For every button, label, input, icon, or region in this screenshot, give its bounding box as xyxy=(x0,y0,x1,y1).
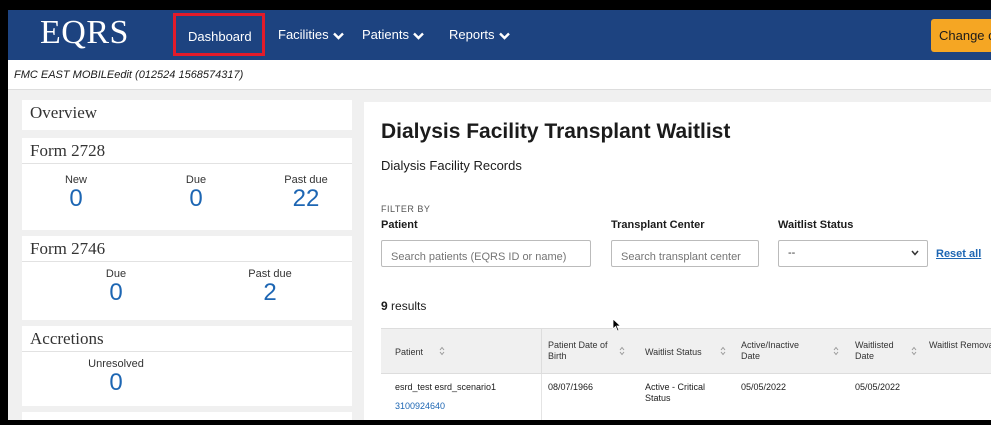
transplant-center-search-input[interactable] xyxy=(611,240,759,267)
sort-icon[interactable] xyxy=(720,346,726,356)
stat-value: 0 xyxy=(109,279,123,306)
mouse-cursor-icon xyxy=(612,318,622,332)
row-waitlisted-date: 05/05/2022 xyxy=(855,382,901,392)
facility-breadcrumb: FMC EAST MOBILEedit (012524 1568574317) xyxy=(8,60,991,90)
nav-dashboard[interactable]: Dashboard xyxy=(173,13,265,56)
patient-search-input[interactable] xyxy=(381,240,591,267)
chevron-down-icon xyxy=(911,250,919,256)
nav-patients-label: Patients xyxy=(362,27,409,42)
page-subtitle: Dialysis Facility Records xyxy=(381,158,522,173)
stat-value: 0 xyxy=(189,185,203,212)
overview-card: Overview xyxy=(22,100,352,130)
center-filter-label: Transplant Center xyxy=(611,219,705,231)
reset-all-link[interactable]: Reset all xyxy=(936,248,981,260)
waitlist-status-value: -- xyxy=(788,247,796,259)
column-divider xyxy=(541,329,542,375)
page-title: Dialysis Facility Transplant Waitlist xyxy=(381,120,731,143)
form-2728-due[interactable]: Due 0 xyxy=(162,174,230,212)
table-header: Patient Patient Date of Birth Waitlist S… xyxy=(381,328,991,375)
nav-patients[interactable]: Patients xyxy=(362,27,424,42)
nav-facilities-label: Facilities xyxy=(278,27,329,42)
form-2728-title: Form 2728 xyxy=(22,138,352,164)
row-status: Active - Critical Status xyxy=(645,382,706,403)
form-2728-new[interactable]: New 0 xyxy=(42,174,110,212)
eqrs-logo[interactable]: EQRS xyxy=(40,14,129,52)
chevron-down-icon xyxy=(332,32,344,40)
row-dob: 08/07/1966 xyxy=(548,382,594,392)
filter-by-label: FILTER BY xyxy=(381,204,431,214)
col-waitlist-status[interactable]: Waitlist Status xyxy=(645,347,702,358)
stat-value: 0 xyxy=(69,185,83,212)
results-count: 9 results xyxy=(381,299,426,313)
sort-icon[interactable] xyxy=(439,346,445,356)
status-filter-label: Waitlist Status xyxy=(778,219,854,231)
results-suffix: results xyxy=(387,299,427,313)
form-2746-due[interactable]: Due 0 xyxy=(76,268,156,306)
column-divider xyxy=(541,374,542,420)
change-organization-button[interactable]: Change o xyxy=(931,19,991,52)
next-card-partial xyxy=(22,412,352,420)
top-nav: EQRS Dashboard Facilities Patients Repor… xyxy=(8,10,991,60)
stat-value: 2 xyxy=(263,279,277,306)
nav-reports-label: Reports xyxy=(449,27,495,42)
sort-icon[interactable] xyxy=(911,346,917,356)
row-patient-id-link[interactable]: 3100924640 xyxy=(395,401,445,412)
form-2746-title: Form 2746 xyxy=(22,236,352,262)
col-patient[interactable]: Patient xyxy=(395,347,423,358)
results-number: 9 xyxy=(381,299,388,313)
col-waitlist-removal-date[interactable]: Waitlist Removal Da xyxy=(929,340,991,351)
overview-title: Overview xyxy=(22,100,352,126)
accretions-title: Accretions xyxy=(22,326,352,352)
col-dob[interactable]: Patient Date of Birth xyxy=(548,340,612,362)
sort-icon[interactable] xyxy=(833,346,839,356)
stat-value: 0 xyxy=(109,369,123,396)
row-active-date: 05/05/2022 xyxy=(741,382,787,392)
form-2728-card: Form 2728 New 0 Due 0 Past due 22 xyxy=(22,138,352,230)
nav-reports[interactable]: Reports xyxy=(449,27,510,42)
nav-dashboard-label: Dashboard xyxy=(188,29,252,44)
chevron-down-icon xyxy=(498,32,510,40)
patient-filter-label: Patient xyxy=(381,219,418,231)
nav-facilities[interactable]: Facilities xyxy=(278,27,344,42)
form-2728-past-due[interactable]: Past due 22 xyxy=(266,174,346,212)
waitlist-status-select[interactable]: -- xyxy=(778,240,928,267)
col-active-inactive-date[interactable]: Active/Inactive Date xyxy=(741,340,809,362)
app-window: EQRS Dashboard Facilities Patients Repor… xyxy=(8,10,991,420)
waitlist-panel: Dialysis Facility Transplant Waitlist Di… xyxy=(364,102,991,420)
accretions-unresolved[interactable]: Unresolved 0 xyxy=(76,358,156,396)
accretions-card: Accretions Unresolved 0 xyxy=(22,326,352,406)
form-2746-past-due[interactable]: Past due 2 xyxy=(230,268,310,306)
form-2746-card: Form 2746 Due 0 Past due 2 xyxy=(22,236,352,320)
col-waitlisted-date[interactable]: Waitlisted Date xyxy=(855,340,899,362)
stat-value: 22 xyxy=(292,185,320,212)
row-patient-name: esrd_test esrd_scenario1 xyxy=(395,382,497,392)
sort-icon[interactable] xyxy=(619,346,625,356)
chevron-down-icon xyxy=(413,32,424,40)
